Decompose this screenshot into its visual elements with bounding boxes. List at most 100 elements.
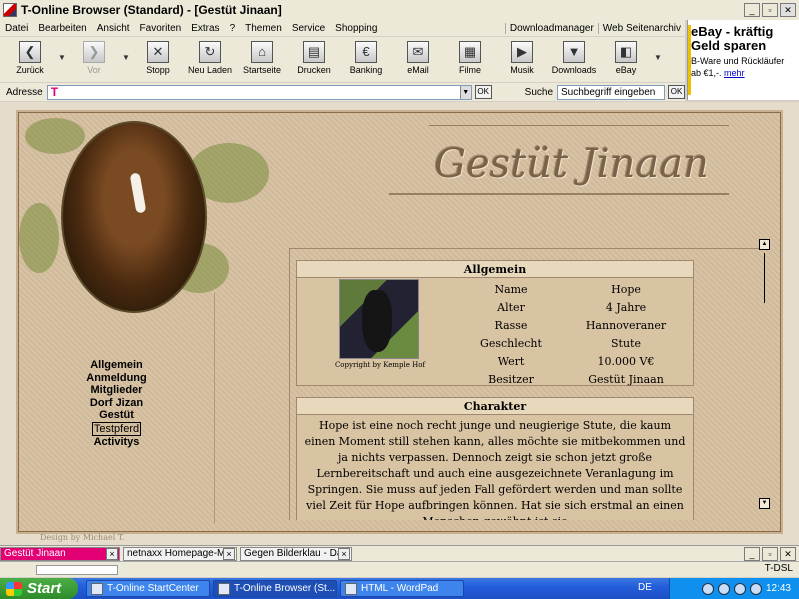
windows-logo-icon	[6, 581, 22, 596]
menu-themen[interactable]: Themen	[240, 23, 287, 34]
menu-ansicht[interactable]: Ansicht	[92, 23, 135, 34]
tab-window-controls: _ ▫ ✕	[744, 546, 796, 561]
ebay-ad[interactable]: eBay - kräftig Geld sparen B-Ware und Rü…	[687, 20, 799, 100]
taskbar: Start T-Online StartCenter T-Online Brow…	[0, 578, 799, 599]
nav-anmeldung[interactable]: Anmeldung	[86, 372, 147, 385]
app-icon	[218, 582, 230, 595]
minimize-button[interactable]: _	[744, 3, 760, 17]
search-ok-button[interactable]: OK	[668, 85, 686, 99]
chevron-down-icon[interactable]: ▼	[58, 53, 66, 62]
ad-more-link[interactable]: mehr	[724, 68, 745, 78]
detail-row: Name Hope	[494, 283, 641, 296]
close-button[interactable]: ✕	[780, 3, 796, 17]
nav-allgemein[interactable]: Allgemein	[90, 359, 143, 372]
chevron-down-icon[interactable]: ▼	[654, 53, 662, 62]
nav-activitys[interactable]: Activitys	[94, 436, 140, 449]
site-nav: Allgemein Anmeldung Mitglieder Dorf Jiza…	[19, 359, 214, 449]
home-button[interactable]: ⌂ Startseite	[238, 37, 286, 75]
menu-help[interactable]: ?	[225, 23, 241, 34]
scroll-up-icon[interactable]: ▲	[759, 239, 770, 250]
task-wordpad[interactable]: HTML - WordPad	[340, 580, 464, 597]
web-page: Gestüt Jinaan Allgemein Anmeldung Mitgli…	[18, 112, 781, 532]
back-button[interactable]: ❮ Zurück	[6, 37, 54, 75]
close-icon[interactable]: ×	[106, 547, 118, 560]
menu-bearbeiten[interactable]: Bearbeiten	[33, 23, 91, 34]
menu-shopping[interactable]: Shopping	[330, 23, 382, 34]
home-icon: ⌂	[251, 41, 273, 63]
connection-status: T-DSL	[764, 563, 793, 574]
toolbar: ❮ Zurück ▼ ❯ Vor ▼ ✕ Stopp ↻ Neu Laden ⌂…	[0, 37, 685, 82]
site-title: Gestüt Jinaan	[434, 141, 709, 187]
reload-icon: ↻	[199, 41, 221, 63]
browser-content: Gestüt Jinaan Allgemein Anmeldung Mitgli…	[0, 102, 799, 545]
detail-row: Wert 10.000 V€	[497, 355, 655, 368]
filme-button[interactable]: ▦ Filme	[446, 37, 494, 75]
address-ok-button[interactable]: OK	[474, 85, 492, 99]
email-button[interactable]: ✉ eMail	[394, 37, 442, 75]
print-button[interactable]: ▤ Drucken	[290, 37, 338, 75]
address-input[interactable]: T ▼	[46, 84, 472, 100]
task-browser[interactable]: T-Online Browser (St...	[213, 580, 337, 597]
menu-favoriten[interactable]: Favoriten	[135, 23, 187, 34]
address-label: Adresse	[6, 86, 43, 98]
content-frame: Allgemein Copyright by Kemple Hof Name Ho…	[289, 248, 769, 520]
music-icon: ▶	[511, 41, 533, 63]
nav-gestuet[interactable]: Gestüt	[99, 409, 134, 422]
ad-headline: eBay - kräftig Geld sparen	[691, 24, 774, 53]
close-button[interactable]: ✕	[780, 546, 796, 561]
start-button[interactable]: Start	[0, 578, 78, 599]
stop-button[interactable]: ✕ Stopp	[134, 37, 182, 75]
web-seitenarchiv-link[interactable]: Web Seitenarchiv	[597, 22, 685, 34]
language-indicator[interactable]: DE	[638, 582, 652, 593]
nav-testpferd[interactable]: Testpferd	[91, 421, 142, 436]
ebay-button[interactable]: ◧ eBay	[602, 37, 650, 75]
ad-text: B-Ware und Rückläufer ab €1,-. mehr	[691, 56, 785, 78]
menu-datei[interactable]: Datei	[0, 23, 33, 34]
detail-row: Geschlecht Stute	[480, 337, 641, 350]
tab-gestuet-jinaan[interactable]: Gestüt Jinaan ×	[0, 546, 120, 561]
window-controls: _ ▫ ✕	[744, 3, 796, 17]
search-input[interactable]: Suchbegriff eingeben	[557, 84, 666, 100]
tab-netnaxx[interactable]: netnaxx Homepage-Mak... ×	[123, 546, 237, 561]
swirl-decoration	[429, 125, 729, 126]
general-header: Allgemein	[297, 261, 693, 278]
tray-icon[interactable]	[701, 582, 714, 595]
scroll-down-icon[interactable]: ▼	[759, 498, 770, 509]
content-scrollbar[interactable]: ▲ ▼	[759, 239, 771, 509]
tray-icon[interactable]	[749, 582, 762, 595]
nav-mitglieder[interactable]: Mitglieder	[91, 384, 143, 397]
detail-row: Rasse Hannoveraner	[494, 319, 667, 332]
forward-button[interactable]: ❯ Vor	[70, 37, 118, 75]
tab-bilderklau[interactable]: Gegen Bilderklau - Das ... ×	[240, 546, 352, 561]
task-startcenter[interactable]: T-Online StartCenter	[86, 580, 210, 597]
banking-button[interactable]: € Banking	[342, 37, 390, 75]
tab-bar: Gestüt Jinaan × netnaxx Homepage-Mak... …	[0, 545, 799, 561]
detail-row: Alter 4 Jahre	[497, 301, 647, 314]
photo-caption: Copyright by Kemple Hof	[334, 361, 426, 369]
leaf-decoration	[19, 203, 59, 273]
tray-icon[interactable]	[717, 582, 730, 595]
status-bar: T-DSL	[0, 561, 799, 577]
musik-button[interactable]: ▶ Musik	[498, 37, 546, 75]
address-bar: Adresse T ▼ OK Suche Suchbegriff eingebe…	[0, 83, 686, 101]
arrow-left-icon: ❮	[19, 41, 41, 63]
nav-dorf-jizan[interactable]: Dorf Jizan	[90, 397, 143, 410]
reload-button[interactable]: ↻ Neu Laden	[186, 37, 234, 75]
downloadmanager-link[interactable]: Downloadmanager	[504, 22, 598, 34]
maximize-button[interactable]: ▫	[762, 3, 778, 17]
menu-extras[interactable]: Extras	[186, 23, 224, 34]
close-icon[interactable]: ×	[223, 547, 235, 560]
detail-row: Besitzer Gestüt Jinaan	[488, 373, 664, 386]
download-icon: ▼	[563, 41, 585, 63]
euro-icon: €	[355, 41, 377, 63]
close-icon[interactable]: ×	[338, 547, 350, 560]
chevron-down-icon[interactable]: ▼	[122, 53, 130, 62]
wordpad-icon	[345, 582, 357, 595]
app-icon	[91, 582, 103, 595]
chevron-down-icon[interactable]: ▼	[459, 85, 471, 99]
tray-icon[interactable]	[733, 582, 746, 595]
minimize-button[interactable]: _	[744, 546, 760, 561]
maximize-button[interactable]: ▫	[762, 546, 778, 561]
downloads-button[interactable]: ▼ Downloads	[550, 37, 598, 75]
menu-service[interactable]: Service	[287, 23, 330, 34]
